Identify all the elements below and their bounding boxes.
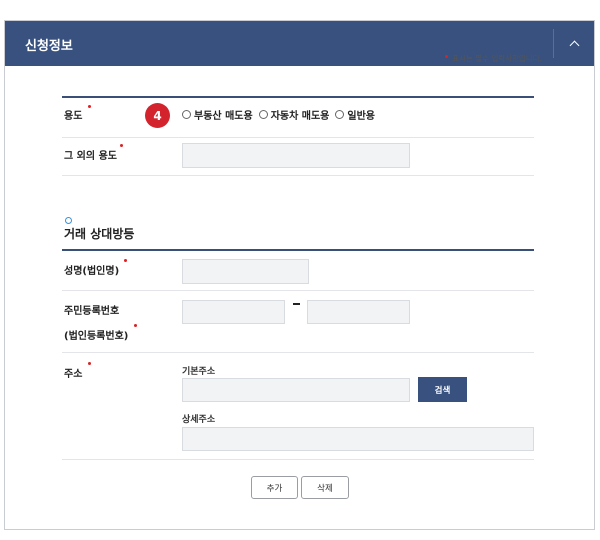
- step-badge: 4: [145, 103, 170, 128]
- radio-real-estate-sale[interactable]: 부동산 매도용: [182, 107, 253, 122]
- radio-circle-icon: [335, 110, 345, 119]
- name-label: 성명(법인명): [64, 259, 127, 279]
- panel-title: 신청정보: [25, 39, 73, 54]
- other-usage-input[interactable]: [182, 143, 410, 168]
- address-search-button[interactable]: 검색: [418, 377, 467, 402]
- row-divider: [62, 290, 534, 291]
- required-marker: [88, 362, 91, 365]
- radio-vehicle-sale[interactable]: 자동차 매도용: [258, 107, 329, 122]
- section-rule: [62, 249, 534, 251]
- id-number-back-input[interactable]: [307, 300, 410, 324]
- header-divider: [553, 29, 554, 58]
- delete-button[interactable]: 삭제: [301, 476, 349, 499]
- form-top-rule: [62, 96, 534, 98]
- required-marker: [120, 144, 123, 147]
- row-divider: [62, 352, 534, 353]
- circle-bullet-icon: [65, 217, 72, 224]
- required-marker: [445, 55, 449, 58]
- collapse-button[interactable]: [555, 21, 594, 66]
- address-label: 주소: [64, 362, 91, 382]
- radio-general-use[interactable]: 일반용: [335, 107, 375, 122]
- row-divider: [62, 175, 534, 176]
- detail-address-label: 상세주소: [182, 415, 216, 425]
- row-divider: [62, 459, 534, 460]
- required-fields-note: 표시는 필수 입력사항입니다.: [445, 53, 542, 64]
- required-marker: [134, 324, 137, 327]
- radio-circle-icon: [182, 110, 191, 119]
- required-marker: [88, 105, 91, 108]
- name-input[interactable]: [182, 259, 309, 284]
- counterparty-section-title: 거래 상대방등: [64, 227, 135, 241]
- id-number-label: 주민등록번호: [64, 306, 120, 317]
- basic-address-input[interactable]: [182, 378, 410, 402]
- chevron-up-icon: [569, 40, 580, 50]
- corp-id-number-label: (법인등록번호): [64, 324, 137, 344]
- usage-label: 용도: [64, 105, 91, 124]
- radio-circle-icon: [258, 110, 268, 119]
- id-separator: [293, 303, 300, 305]
- other-usage-label: 그 외의 용도: [64, 144, 123, 164]
- row-divider: [62, 137, 534, 138]
- required-marker: [124, 259, 127, 262]
- id-number-front-input[interactable]: [182, 300, 285, 324]
- usage-radio-group: 부동산 매도용 자동차 매도용 일반용: [182, 107, 375, 122]
- basic-address-label: 기본주소: [182, 367, 216, 377]
- add-button[interactable]: 추가: [251, 476, 298, 499]
- detail-address-input[interactable]: [182, 427, 534, 451]
